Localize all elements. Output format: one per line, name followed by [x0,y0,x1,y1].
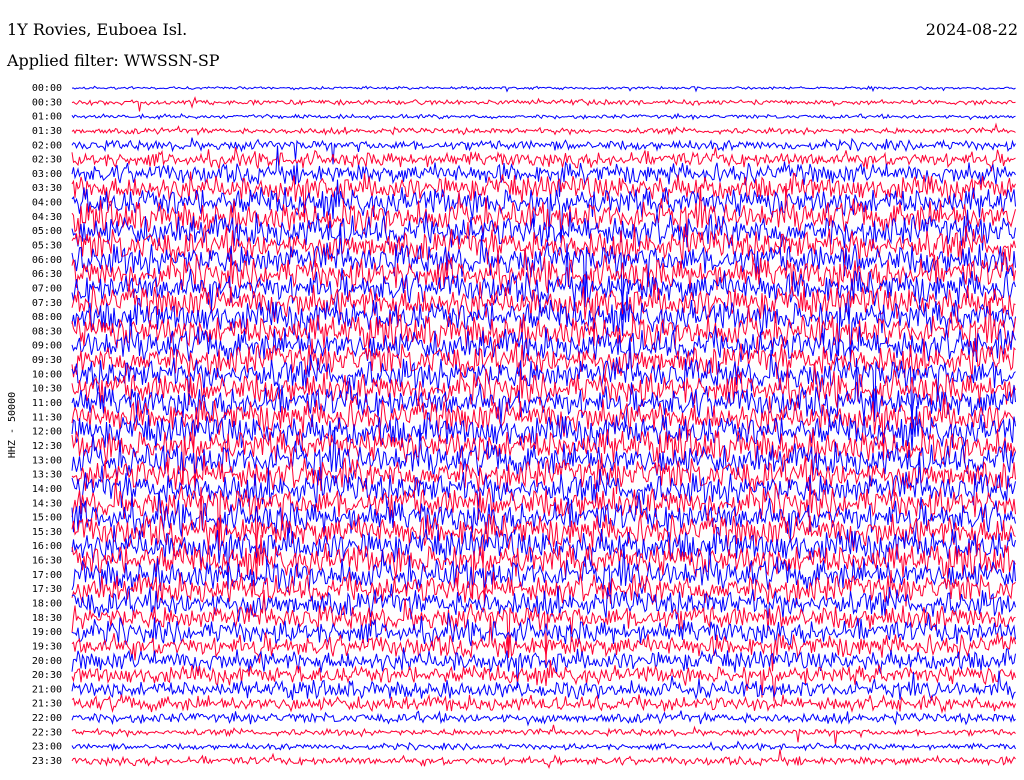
trace-line [71,740,1016,752]
row-label: 00:30 [32,97,62,108]
row-label: 01:00 [32,112,62,123]
row-label: 15:30 [32,527,62,538]
row-label: 11:00 [32,398,62,409]
row-label: 09:00 [32,341,62,352]
row-label: 03:00 [32,169,62,180]
trace-line [71,298,1016,352]
row-label: 21:30 [32,699,62,710]
row-label: 08:00 [32,312,62,323]
row-label: 13:30 [32,470,62,481]
row-label: 04:30 [32,212,62,223]
row-label: 05:00 [32,226,62,237]
trace-line [71,247,1016,294]
row-label: 22:00 [32,713,62,724]
row-label: 10:30 [32,384,62,395]
row-label: 09:30 [32,355,62,366]
row-label: 13:00 [32,455,62,466]
row-label: 10:00 [32,369,62,380]
row-label: 16:00 [32,541,62,552]
row-label: 18:30 [32,613,62,624]
trace-line [71,96,1016,112]
row-label: 02:30 [32,155,62,166]
row-label: 07:00 [32,283,62,294]
y-axis-label: HHZ - 50000 [7,392,18,458]
row-label: 03:30 [32,183,62,194]
row-label: 23:30 [32,756,62,767]
row-label: 14:00 [32,484,62,495]
helicorder-plot: 00:00 00:30 01:00 01:30 02:00 02:30 03:00 03:30… [7,83,1016,769]
row-label: 19:00 [32,627,62,638]
trace-line [71,710,1016,727]
row-label: 14:30 [32,498,62,509]
row-label: 20:00 [32,656,62,667]
row-label: 17:00 [32,570,62,581]
row-label: 01:30 [32,126,62,137]
trace-line [71,724,1016,746]
row-label: 12:00 [32,427,62,438]
row-label: 17:30 [32,584,62,595]
trace-group [71,85,1016,769]
row-label: 18:00 [32,598,62,609]
row-label: 02:00 [32,140,62,151]
trace-line [71,85,1016,93]
row-label: 04:00 [32,198,62,209]
row-label: 00:00 [32,83,62,94]
trace-line [71,693,1016,714]
row-label: 22:30 [32,727,62,738]
row-label: 21:00 [32,684,62,695]
row-label: 20:30 [32,670,62,681]
row-label: 23:00 [32,742,62,753]
row-label: 12:30 [32,441,62,452]
row-label: 19:30 [32,641,62,652]
row-label: 11:30 [32,412,62,423]
trace-line [71,122,1016,136]
trace-line [71,243,1016,325]
row-label: 07:30 [32,298,62,309]
trace-line [71,749,1016,769]
row-label: 08:30 [32,326,62,337]
row-label: 16:30 [32,556,62,567]
row-label: 05:30 [32,241,62,252]
time-tick-labels: 00:00 00:30 01:00 01:30 02:00 02:30 03:00 03:30… [32,83,62,767]
row-label: 06:30 [32,269,62,280]
trace-line [71,615,1016,672]
row-label: 06:00 [32,255,62,266]
row-label: 15:00 [32,513,62,524]
trace-line [71,112,1016,121]
